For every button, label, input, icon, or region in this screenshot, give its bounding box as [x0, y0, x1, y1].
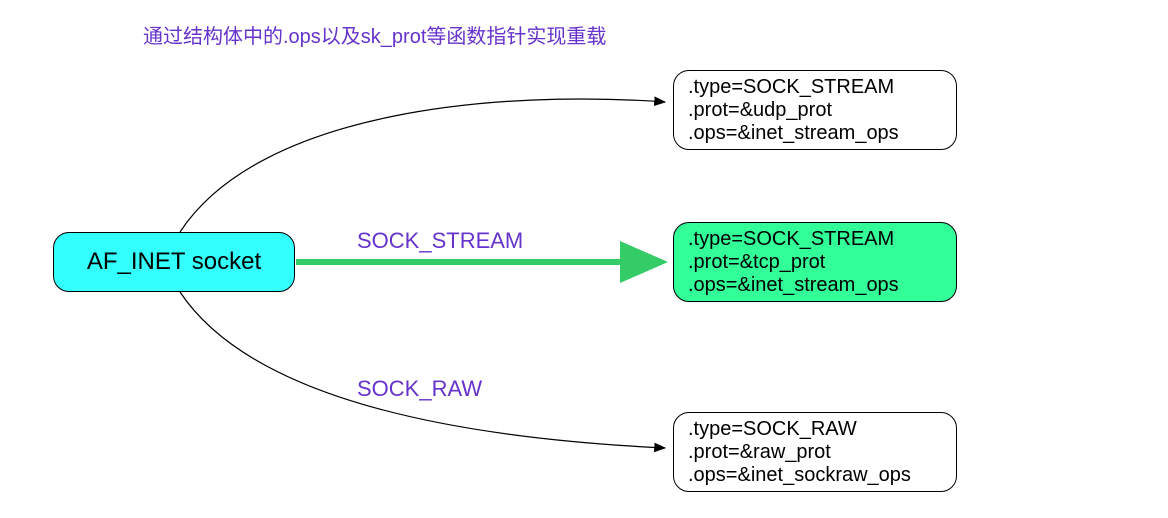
target-field-prot: .prot=&udp_prot: [688, 99, 942, 122]
target-field-type: .type=SOCK_RAW: [688, 418, 942, 441]
target-field-ops: .ops=&inet_sockraw_ops: [688, 464, 942, 487]
target-field-prot: .prot=&raw_prot: [688, 441, 942, 464]
target-node-1: .type=SOCK_STREAM .prot=&udp_prot .ops=&…: [673, 70, 957, 150]
target-node-3: .type=SOCK_RAW .prot=&raw_prot .ops=&ine…: [673, 412, 957, 492]
edge-label-stream: SOCK_STREAM: [357, 228, 523, 254]
diagram-title: 通过结构体中的.ops以及sk_prot等函数指针实现重载: [143, 20, 606, 49]
source-label: AF_INET socket: [87, 248, 261, 276]
target-field-type: .type=SOCK_STREAM: [688, 76, 942, 99]
target-field-ops: .ops=&inet_stream_ops: [688, 274, 942, 297]
target-field-prot: .prot=&tcp_prot: [688, 251, 942, 274]
target-field-type: .type=SOCK_STREAM: [688, 228, 942, 251]
target-field-ops: .ops=&inet_stream_ops: [688, 122, 942, 145]
target-node-2: .type=SOCK_STREAM .prot=&tcp_prot .ops=&…: [673, 222, 957, 302]
source-node: AF_INET socket: [53, 232, 295, 292]
edge-label-raw: SOCK_RAW: [357, 376, 482, 402]
